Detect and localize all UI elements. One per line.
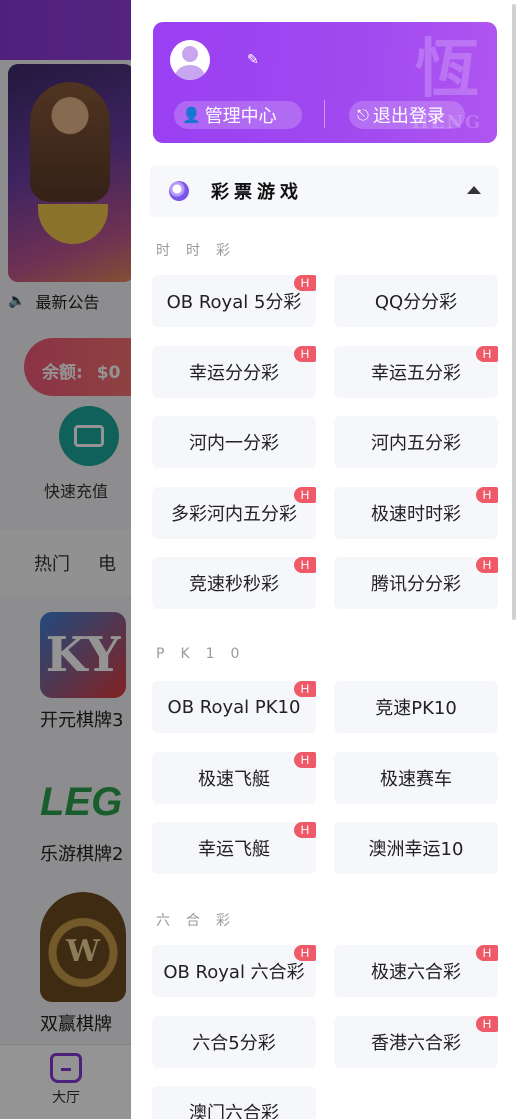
lottery-game-label: 澳门六合彩 <box>189 1103 279 1119</box>
scrollbar[interactable] <box>512 4 516 620</box>
lottery-game-label: 竞速秒秒彩 <box>189 574 279 595</box>
lottery-game-label: OB Royal 5分彩 <box>166 292 302 313</box>
lottery-game-label: 极速六合彩 <box>371 962 461 983</box>
lottery-game-item[interactable]: 竞速秒秒彩 H <box>152 557 316 609</box>
logout-label: 退出登录 <box>372 106 445 127</box>
lottery-game-item[interactable]: 极速赛车 <box>334 752 498 804</box>
lottery-game-label: 幸运分分彩 <box>189 363 279 384</box>
lottery-game-label: 多彩河内五分彩 <box>171 504 297 525</box>
lottery-game-item[interactable]: 香港六合彩 H <box>334 1016 498 1068</box>
lottery-game-item[interactable]: OB Royal 5分彩 H <box>152 275 316 327</box>
lottery-game-label: 极速时时彩 <box>371 504 461 525</box>
management-center-button[interactable]: 👤 管理中心 <box>174 101 302 129</box>
hot-badge: H <box>294 557 316 573</box>
lottery-game-item[interactable]: 澳洲幸运10 <box>334 822 498 874</box>
lottery-game-label: OB Royal PK10 <box>167 696 301 718</box>
group-label: 六合彩 <box>156 913 246 929</box>
lottery-game-item[interactable]: 澳门六合彩 <box>152 1086 316 1119</box>
hot-badge: H <box>476 346 498 362</box>
lottery-game-label: QQ分分彩 <box>374 292 458 313</box>
lottery-game-label: 澳洲幸运10 <box>368 839 464 860</box>
lottery-game-item[interactable]: 极速六合彩 H <box>334 945 498 997</box>
lottery-game-label: 幸运飞艇 <box>198 839 270 860</box>
lottery-game-item[interactable]: 幸运五分彩 H <box>334 346 498 398</box>
section-title: 彩票游戏 <box>211 182 303 203</box>
user-card: 恆 HENG ✎ 👤 管理中心 ⎋ 退出登录 <box>153 22 497 143</box>
logout-button[interactable]: ⎋ 退出登录 <box>349 101 465 129</box>
lottery-game-item[interactable]: 极速飞艇 H <box>152 752 316 804</box>
lottery-game-item[interactable]: 河内五分彩 <box>334 416 498 468</box>
divider <box>324 100 325 128</box>
hot-badge: H <box>294 945 316 961</box>
lottery-game-label: 腾讯分分彩 <box>371 574 461 595</box>
lottery-game-item[interactable]: 竞速PK10 <box>334 681 498 733</box>
lottery-game-item[interactable]: 河内一分彩 <box>152 416 316 468</box>
lottery-game-label: 竞速PK10 <box>375 698 457 719</box>
hot-badge: H <box>294 822 316 838</box>
avatar[interactable] <box>170 40 210 80</box>
lottery-game-item[interactable]: 六合5分彩 <box>152 1016 316 1068</box>
lottery-game-item[interactable]: OB Royal 六合彩 H <box>152 945 316 997</box>
hot-badge: H <box>476 945 498 961</box>
lottery-game-item[interactable]: 极速时时彩 H <box>334 487 498 539</box>
hot-badge: H <box>294 487 316 503</box>
lottery-game-item[interactable]: 幸运分分彩 H <box>152 346 316 398</box>
hot-badge: H <box>294 752 316 768</box>
edit-pencil-icon[interactable]: ✎ <box>247 52 263 68</box>
lottery-game-label: 极速飞艇 <box>198 769 270 790</box>
caret-up-icon[interactable] <box>467 186 481 194</box>
hot-badge: H <box>294 346 316 362</box>
lottery-game-label: 香港六合彩 <box>371 1033 461 1054</box>
hot-badge: H <box>476 557 498 573</box>
hot-badge: H <box>476 487 498 503</box>
management-center-label: 管理中心 <box>204 106 277 127</box>
lottery-game-label: 六合5分彩 <box>192 1033 276 1054</box>
hot-badge: H <box>294 275 316 291</box>
side-drawer: 恆 HENG ✎ 👤 管理中心 ⎋ 退出登录 彩票游戏 时时彩 OB Royal … <box>131 0 517 1119</box>
lottery-game-item[interactable]: 幸运飞艇 H <box>152 822 316 874</box>
lottery-game-item[interactable]: QQ分分彩 <box>334 275 498 327</box>
lottery-game-label: OB Royal 六合彩 <box>163 962 305 983</box>
group-label: 时时彩 <box>156 243 246 259</box>
logout-icon: ⎋ <box>357 106 369 124</box>
lottery-game-item[interactable]: 多彩河内五分彩 H <box>152 487 316 539</box>
hot-badge: H <box>294 681 316 697</box>
lottery-section-header[interactable]: 彩票游戏 <box>150 165 499 217</box>
group-label: PK10 <box>156 646 256 662</box>
lottery-game-label: 河内一分彩 <box>189 433 279 454</box>
user-icon: 👤 <box>182 106 201 124</box>
lottery-game-label: 极速赛车 <box>380 769 452 790</box>
lottery-ball-icon <box>169 181 189 201</box>
lottery-game-item[interactable]: OB Royal PK10 H <box>152 681 316 733</box>
hot-badge: H <box>476 1016 498 1032</box>
lottery-game-item[interactable]: 腾讯分分彩 H <box>334 557 498 609</box>
lottery-game-label: 河内五分彩 <box>371 433 461 454</box>
lottery-game-label: 幸运五分彩 <box>371 363 461 384</box>
